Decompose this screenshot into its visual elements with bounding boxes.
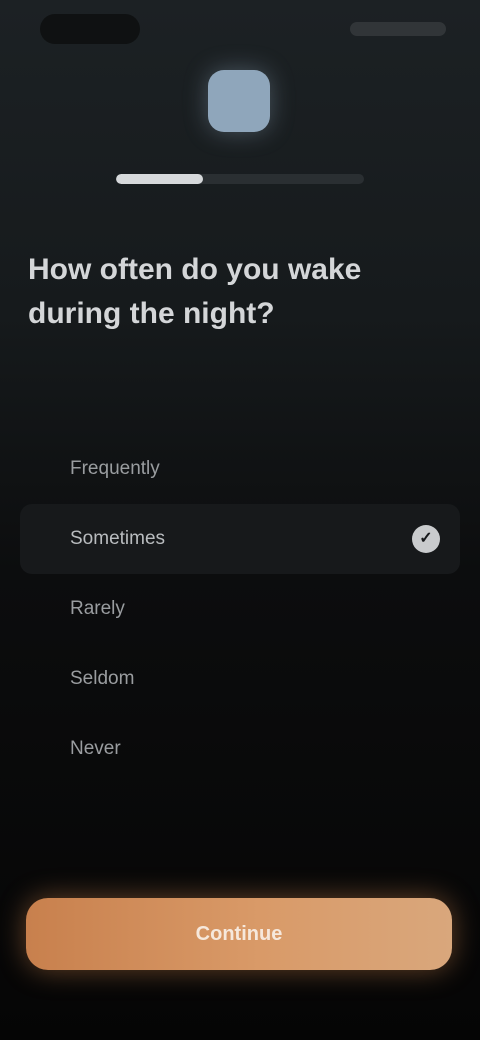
option-label: Sometimes (70, 528, 166, 549)
option-item[interactable]: Frequently (20, 434, 460, 504)
question-title: How often do you wake during the night? (28, 253, 362, 330)
status-time-pill (40, 14, 140, 44)
onboarding-screen: How often do you wake during the night? … (0, 0, 480, 1040)
app-logo-icon (208, 70, 270, 132)
option-label: Rarely (70, 598, 125, 619)
check-icon: ✓ (412, 525, 440, 553)
status-icons (350, 22, 446, 36)
continue-button[interactable]: Continue (26, 898, 452, 970)
progress-bar-fill (116, 174, 203, 184)
option-item[interactable]: Sometimes ✓ (20, 504, 460, 574)
progress-bar (116, 174, 364, 184)
option-list: Frequently Sometimes ✓ Rarely Seldom Nev… (20, 434, 460, 784)
option-item[interactable]: Never (20, 714, 460, 784)
option-item[interactable]: Rarely (20, 574, 460, 644)
option-label: Never (70, 738, 121, 759)
status-bar (0, 0, 480, 56)
option-item[interactable]: Seldom (20, 644, 460, 714)
option-label: Frequently (70, 458, 160, 479)
option-label: Seldom (70, 668, 135, 689)
